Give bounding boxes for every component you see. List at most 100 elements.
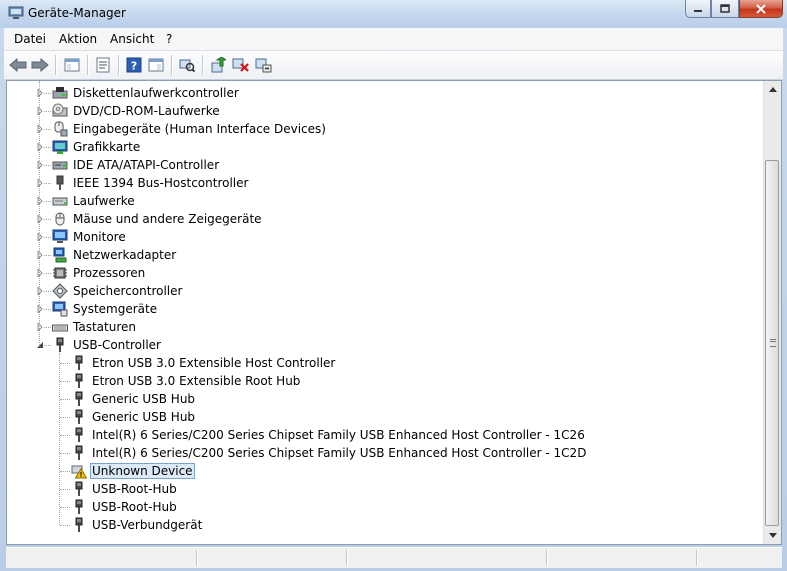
status-separator — [346, 550, 348, 566]
usb-device-icon — [71, 391, 87, 407]
chevron-up-icon — [768, 87, 777, 92]
tree-connector-line — [44, 309, 51, 310]
tree-child-item[interactable]: Etron USB 3.0 Extensible Host Controller — [71, 354, 337, 372]
console-tree-button[interactable] — [62, 55, 82, 75]
scrollbar-thumb[interactable] — [765, 160, 779, 526]
disable-button[interactable] — [254, 55, 274, 75]
back-button[interactable] — [8, 55, 28, 75]
monitor-icon — [52, 229, 68, 245]
scrollbar-grip-icon — [770, 339, 776, 347]
tree-child-item[interactable]: Intel(R) 6 Series/C200 Series Chipset Fa… — [71, 426, 587, 444]
tree-category-item[interactable]: Prozessoren — [37, 264, 147, 282]
keyboard-icon — [52, 319, 68, 335]
tree-item-label: USB-Root-Hub — [92, 482, 177, 496]
tree-category-item[interactable]: DVD/CD-ROM-Laufwerke — [37, 102, 222, 120]
tree-child-item[interactable]: USB-Root-Hub — [71, 498, 179, 516]
usb-device-icon — [71, 355, 87, 371]
tree-connector-line — [60, 507, 70, 508]
network-adapter-icon — [52, 247, 68, 263]
toolbar-separator — [118, 55, 120, 75]
system-devices-icon — [52, 301, 68, 317]
toolbar: ? — [4, 51, 783, 80]
menu-view[interactable]: Ansicht — [110, 32, 154, 46]
scroll-up-button[interactable] — [764, 81, 781, 98]
tree-category-item[interactable]: Netzwerkadapter — [37, 246, 178, 264]
display-adapter-icon — [52, 139, 68, 155]
tree-item-label: Prozessoren — [73, 266, 146, 280]
tree-connector-line — [44, 201, 51, 202]
tree-child-item[interactable]: Etron USB 3.0 Extensible Root Hub — [71, 372, 302, 390]
window-controls — [685, 0, 783, 20]
minimize-button[interactable] — [685, 0, 711, 18]
tree-category-item[interactable]: Grafikkarte — [37, 138, 142, 156]
tree-category-item[interactable]: Eingabegeräte (Human Interface Devices) — [37, 120, 328, 138]
tree-child-item[interactable]: Generic USB Hub — [71, 390, 197, 408]
minimize-icon — [694, 9, 702, 12]
show-hide-console-tree-icon — [64, 58, 80, 72]
update-driver-button[interactable] — [208, 55, 228, 75]
tree-connector-line — [44, 93, 51, 94]
properties-icon — [96, 57, 110, 73]
tree-item-label: Etron USB 3.0 Extensible Root Hub — [92, 374, 301, 388]
device-tree-pane[interactable]: Diskettenlaufwerkcontroller DVD/CD-ROM-La… — [6, 80, 782, 545]
tree-child-item[interactable]: USB-Root-Hub — [71, 480, 179, 498]
toolbar-separator — [87, 55, 89, 75]
usb-controller-icon — [52, 337, 68, 353]
tree-category-item[interactable]: USB-Controller — [36, 336, 163, 354]
tree-category-item[interactable]: Systemgeräte — [37, 300, 159, 318]
uninstall-button[interactable] — [231, 55, 251, 75]
tree-item-label: Generic USB Hub — [92, 410, 196, 424]
tree-connector-line — [44, 219, 51, 220]
action-pane-button[interactable] — [146, 55, 166, 75]
tree-item-label: Intel(R) 6 Series/C200 Series Chipset Fa… — [92, 446, 587, 460]
tree-item-label: Mäuse und andere Zeigegeräte — [73, 212, 262, 226]
tree-category-item[interactable]: Speichercontroller — [37, 282, 184, 300]
tree-item-label: IDE ATA/ATAPI-Controller — [73, 158, 220, 172]
tree-category-item[interactable]: IDE ATA/ATAPI-Controller — [37, 156, 221, 174]
tree-child-item[interactable]: Intel(R) 6 Series/C200 Series Chipset Fa… — [71, 444, 588, 462]
tree-item-label: Speichercontroller — [73, 284, 183, 298]
menu-help[interactable]: ? — [166, 32, 172, 46]
usb-device-icon — [71, 517, 87, 533]
help-button[interactable]: ? — [124, 55, 144, 75]
tree-category-item[interactable]: Monitore — [37, 228, 128, 246]
status-separator — [546, 550, 548, 566]
scroll-down-button[interactable] — [764, 527, 781, 544]
usb-device-icon — [71, 409, 87, 425]
tree-connector-line — [60, 399, 70, 400]
maximize-button[interactable] — [711, 0, 739, 18]
tree-connector-line — [60, 381, 70, 382]
menu-action[interactable]: Aktion — [59, 32, 97, 46]
title-bar[interactable]: Geräte-Manager — [0, 0, 787, 28]
tree-connector-line — [44, 129, 51, 130]
vertical-scrollbar[interactable] — [763, 81, 781, 544]
properties-button[interactable] — [93, 55, 113, 75]
tree-item-label: Intel(R) 6 Series/C200 Series Chipset Fa… — [92, 428, 585, 442]
tree-category-item[interactable]: Laufwerke — [37, 192, 137, 210]
scan-hardware-changes-icon — [179, 59, 195, 73]
tree-connector-line — [60, 453, 70, 454]
disk-drive-icon — [52, 193, 68, 209]
window-title: Geräte-Manager — [28, 6, 126, 20]
tree-category-item[interactable]: Tastaturen — [37, 318, 138, 336]
forward-button[interactable] — [30, 55, 50, 75]
show-action-pane-icon — [148, 58, 164, 72]
uninstall-icon — [232, 58, 249, 72]
tree-category-item[interactable]: Mäuse und andere Zeigegeräte — [37, 210, 264, 228]
tree-connector-line — [60, 435, 70, 436]
tree-category-item[interactable]: IEEE 1394 Bus-Hostcontroller — [37, 174, 250, 192]
usb-device-icon — [71, 481, 87, 497]
usb-device-icon — [71, 445, 87, 461]
tree-connector-line — [59, 353, 60, 525]
tree-child-item[interactable]: USB-Verbundgerät — [71, 516, 204, 534]
tree-child-item[interactable]: Generic USB Hub — [71, 408, 197, 426]
tree-item-label: USB-Controller — [73, 338, 161, 352]
status-separator — [196, 550, 198, 566]
menu-file[interactable]: Datei — [14, 32, 46, 46]
tree-child-item[interactable]: Unknown Device — [71, 462, 195, 480]
tree-item-label: USB-Root-Hub — [92, 500, 177, 514]
scan-hardware-button[interactable] — [177, 55, 197, 75]
close-button[interactable] — [739, 0, 783, 18]
toolbar-separator — [202, 55, 204, 75]
tree-category-item[interactable]: Diskettenlaufwerkcontroller — [37, 84, 241, 102]
